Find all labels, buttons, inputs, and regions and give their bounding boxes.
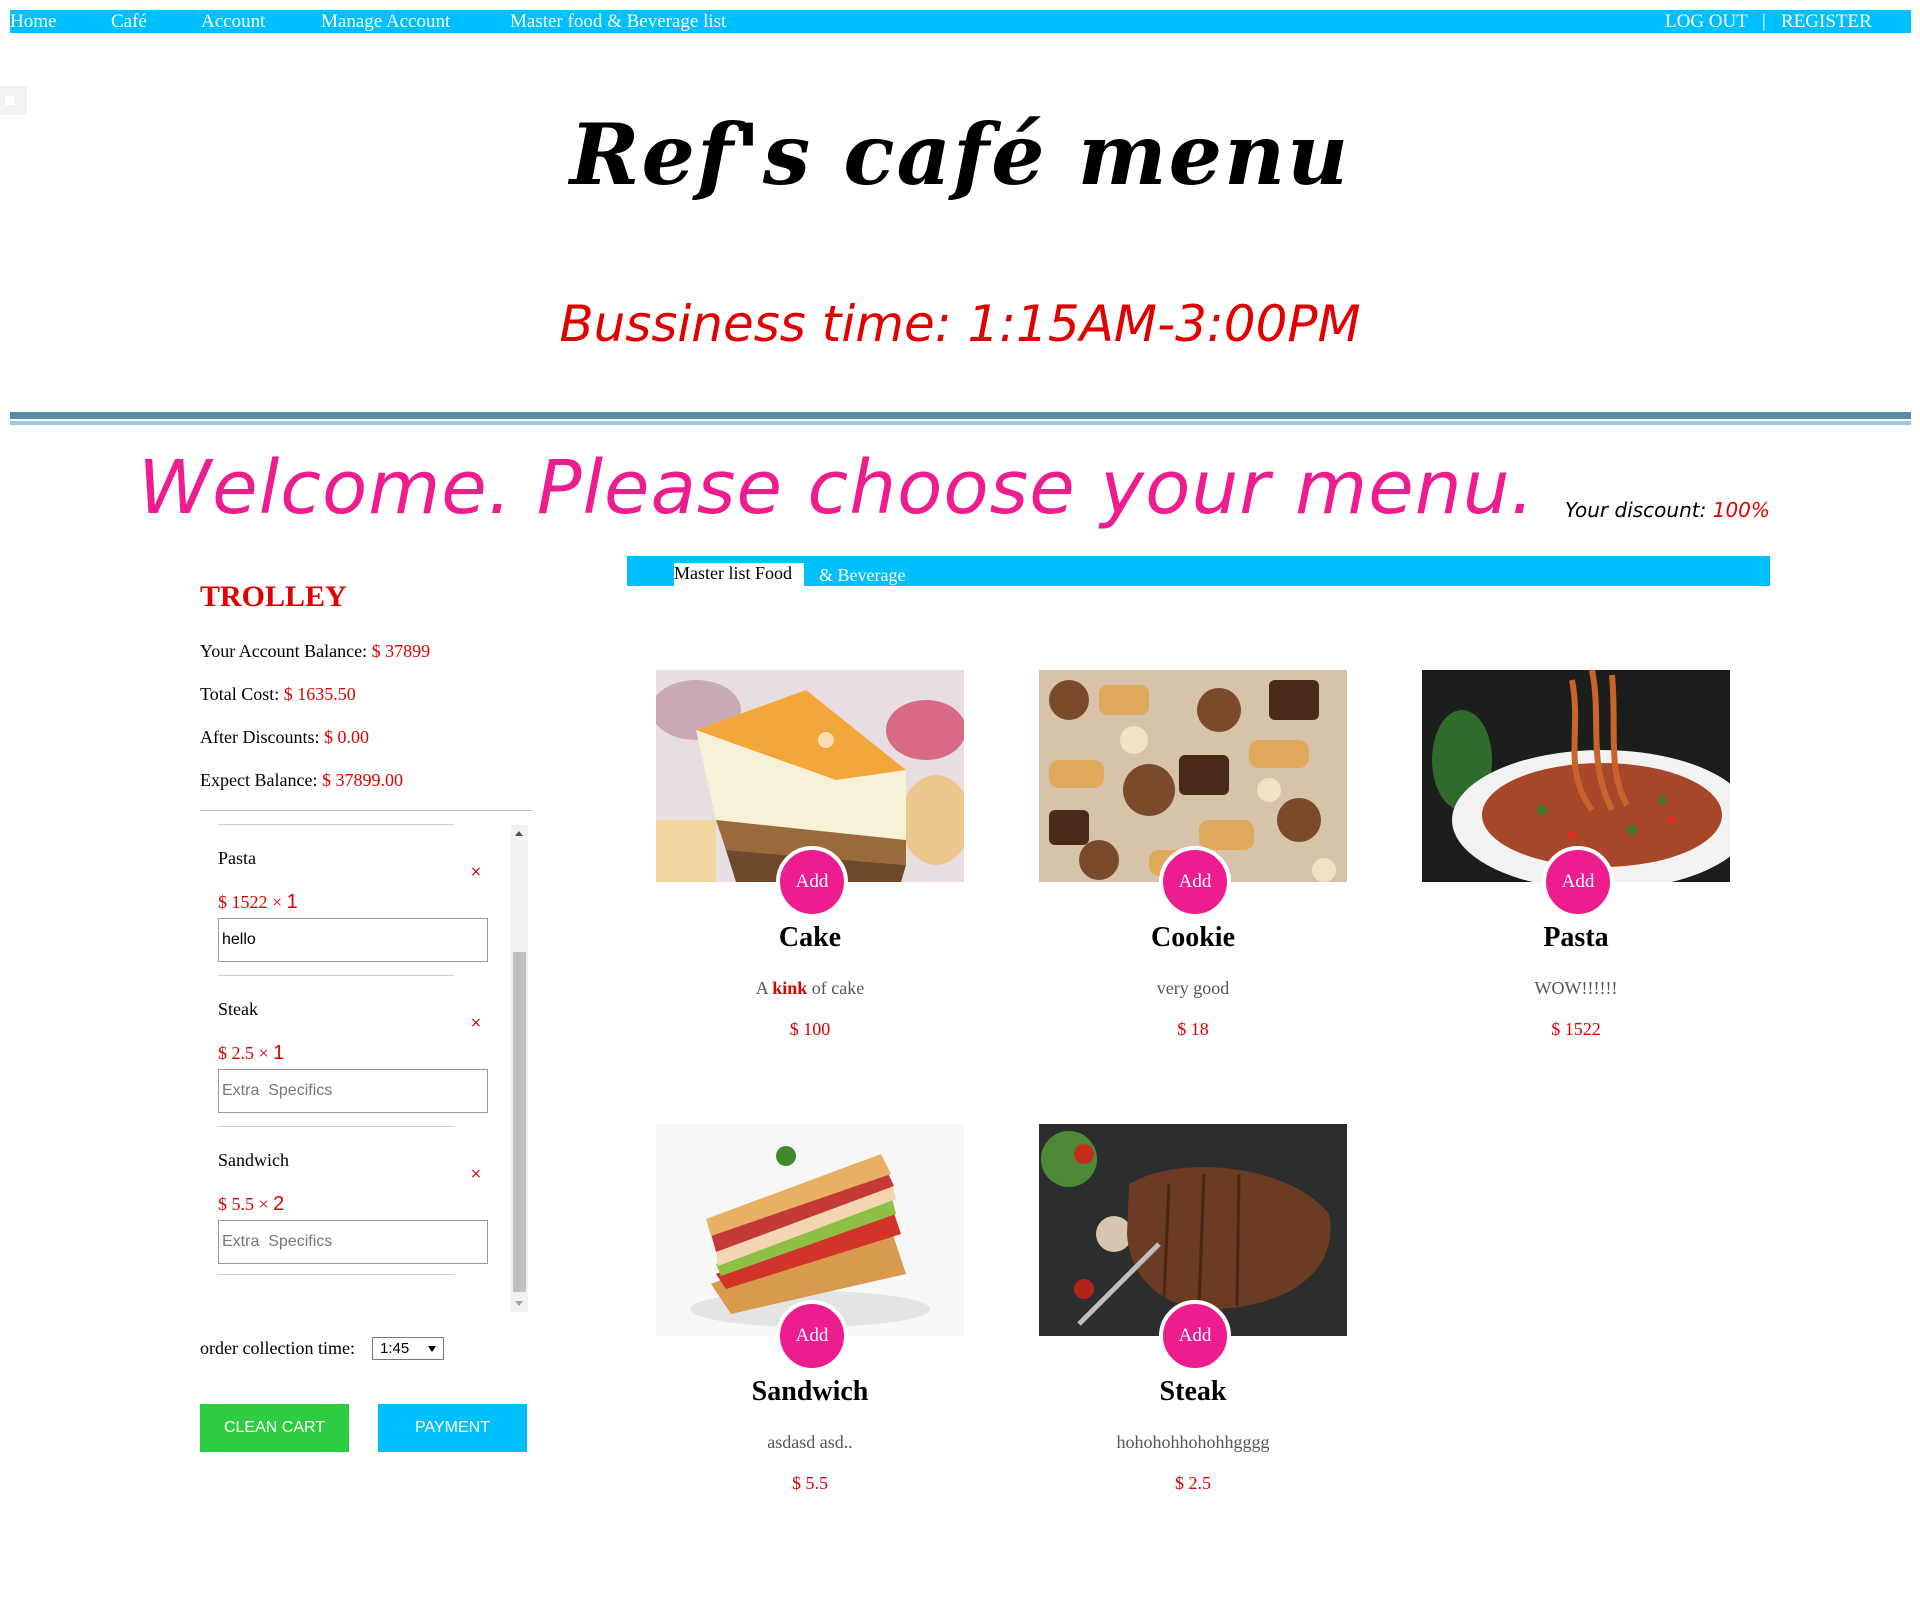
master-list-bar: Master list Food & Beverage: [627, 556, 1770, 586]
item-price: $ 1522 × 1: [218, 891, 298, 914]
welcome-heading: Welcome. Please choose your menu.: [138, 445, 1536, 531]
remove-item-icon[interactable]: ×: [470, 864, 482, 880]
top-nav: Home Café Account Manage Account Master …: [10, 10, 1911, 33]
dropdown-arrow-icon: [428, 1346, 436, 1352]
item-divider: [218, 824, 454, 825]
header-divider: [10, 412, 1911, 419]
nav-master-list-link[interactable]: Master food & Beverage list: [510, 11, 726, 33]
product-description: asdasd asd..: [656, 1432, 964, 1453]
product-price: $ 5.5: [792, 1473, 828, 1493]
master-tab-beverage[interactable]: & Beverage: [819, 565, 905, 586]
product-description: very good: [1039, 978, 1347, 999]
item-quantity: 2: [273, 1193, 285, 1215]
product-description-text: A: [755, 978, 773, 998]
add-to-cart-button[interactable]: Add: [776, 1300, 848, 1372]
add-to-cart-button[interactable]: Add: [776, 846, 848, 918]
business-time: Bussiness time: 1:15AM-3:00PM: [559, 295, 1361, 353]
add-to-cart-button[interactable]: Add: [1159, 846, 1231, 918]
after-value: $ 0.00: [323, 727, 369, 747]
after-discounts: After Discounts: $ 0.00: [200, 727, 369, 748]
product-description-text: of cake: [807, 978, 865, 998]
item-name: Sandwich: [218, 1150, 289, 1170]
product-name: Cake: [778, 922, 842, 953]
product-name: Pasta: [1543, 922, 1609, 953]
trolley-item-list[interactable]: Pasta × $ 1522 × 1 Steak × $ 2.5 × 1 San…: [200, 822, 530, 1314]
total-value: $ 1635.50: [283, 684, 356, 704]
item-unit-price: $ 1522 ×: [218, 892, 283, 912]
scroll-down-arrow-icon[interactable]: [511, 1295, 528, 1312]
discount-label: Your discount:: [1565, 498, 1707, 522]
discount-value: 100%: [1712, 498, 1770, 522]
remove-item-icon[interactable]: ×: [470, 1015, 482, 1031]
product-name: Sandwich: [751, 1376, 869, 1407]
nav-home-link[interactable]: Home: [10, 11, 56, 33]
expect-balance: Expect Balance: $ 37899.00: [200, 770, 403, 791]
expect-label: Expect Balance:: [200, 770, 318, 790]
product-price: $ 1522: [1551, 1019, 1601, 1039]
product-price: $ 18: [1177, 1019, 1209, 1039]
product-price: $ 2.5: [1175, 1473, 1211, 1493]
product-description: A kink of cake: [656, 978, 964, 999]
collection-time-select[interactable]: 1:45: [372, 1337, 444, 1360]
payment-button[interactable]: PAYMENT: [378, 1404, 527, 1452]
product-name: Steak: [1159, 1376, 1227, 1407]
product-price: $ 100: [789, 1019, 831, 1039]
clean-cart-button[interactable]: CLEAN CART: [200, 1404, 349, 1452]
balance-label: Your Account Balance:: [200, 641, 368, 661]
balance-value: $ 37899: [371, 641, 431, 661]
trolley-item: Pasta × $ 1522 × 1: [200, 824, 500, 974]
item-divider: [218, 975, 454, 976]
page-title: Ref's café menu: [569, 105, 1351, 204]
trolley-divider: [200, 810, 532, 811]
product-description-text: WOW!!!!!!: [1534, 978, 1618, 998]
scroll-up-arrow-icon[interactable]: [511, 825, 528, 842]
product-description-text: very good: [1156, 978, 1230, 998]
scroll-thumb[interactable]: [513, 952, 526, 1292]
register-link[interactable]: REGISTER: [1781, 11, 1872, 33]
header-divider-light: [10, 421, 1911, 425]
nav-separator: |: [1762, 11, 1766, 32]
account-balance: Your Account Balance: $ 37899: [200, 641, 430, 662]
collection-time-value: 1:45: [380, 1340, 410, 1357]
trolley-scrollbar[interactable]: [511, 825, 528, 1312]
item-price: $ 5.5 × 2: [218, 1193, 284, 1216]
product-description-text: hohohohhohohhgggg: [1116, 1432, 1270, 1452]
add-to-cart-button[interactable]: Add: [1159, 1300, 1231, 1372]
product-description-text: asdasd asd..: [767, 1432, 853, 1452]
nav-cafe-link[interactable]: Café: [111, 11, 147, 33]
master-tab-food[interactable]: Master list Food: [674, 563, 792, 584]
product-description-bold: kink: [772, 978, 808, 998]
total-label: Total Cost:: [200, 684, 280, 704]
collection-time-label: order collection time:: [200, 1338, 355, 1358]
nav-manage-account-link[interactable]: Manage Account: [321, 11, 450, 33]
add-to-cart-button[interactable]: Add: [1542, 846, 1614, 918]
after-label: After Discounts:: [200, 727, 320, 747]
item-name: Steak: [218, 999, 258, 1019]
item-note-input[interactable]: [218, 1220, 488, 1264]
item-unit-price: $ 2.5 ×: [218, 1043, 269, 1063]
product-description: hohohohhohohhgggg: [1039, 1432, 1347, 1453]
item-unit-price: $ 5.5 ×: [218, 1194, 269, 1214]
remove-item-icon[interactable]: ×: [470, 1166, 482, 1182]
item-price: $ 2.5 × 1: [218, 1042, 284, 1065]
total-cost: Total Cost: $ 1635.50: [200, 684, 356, 705]
logout-link[interactable]: LOG OUT: [1665, 11, 1748, 33]
item-divider: [218, 1274, 454, 1275]
trolley-title: TROLLEY: [200, 580, 347, 613]
item-quantity: 1: [286, 891, 298, 913]
expect-value: $ 37899.00: [321, 770, 403, 790]
trolley-item: Steak × $ 2.5 × 1: [200, 975, 500, 1125]
discount-info: Your discount: 100%: [1565, 498, 1770, 522]
product-description: WOW!!!!!!: [1422, 978, 1730, 999]
item-divider: [218, 1126, 454, 1127]
item-note-input[interactable]: [218, 918, 488, 962]
item-quantity: 1: [273, 1042, 285, 1064]
item-note-input[interactable]: [218, 1069, 488, 1113]
nav-account-link[interactable]: Account: [201, 11, 265, 33]
product-name: Cookie: [1151, 922, 1235, 953]
trolley-item: Sandwich × $ 5.5 × 2: [200, 1126, 500, 1276]
item-name: Pasta: [218, 848, 256, 868]
